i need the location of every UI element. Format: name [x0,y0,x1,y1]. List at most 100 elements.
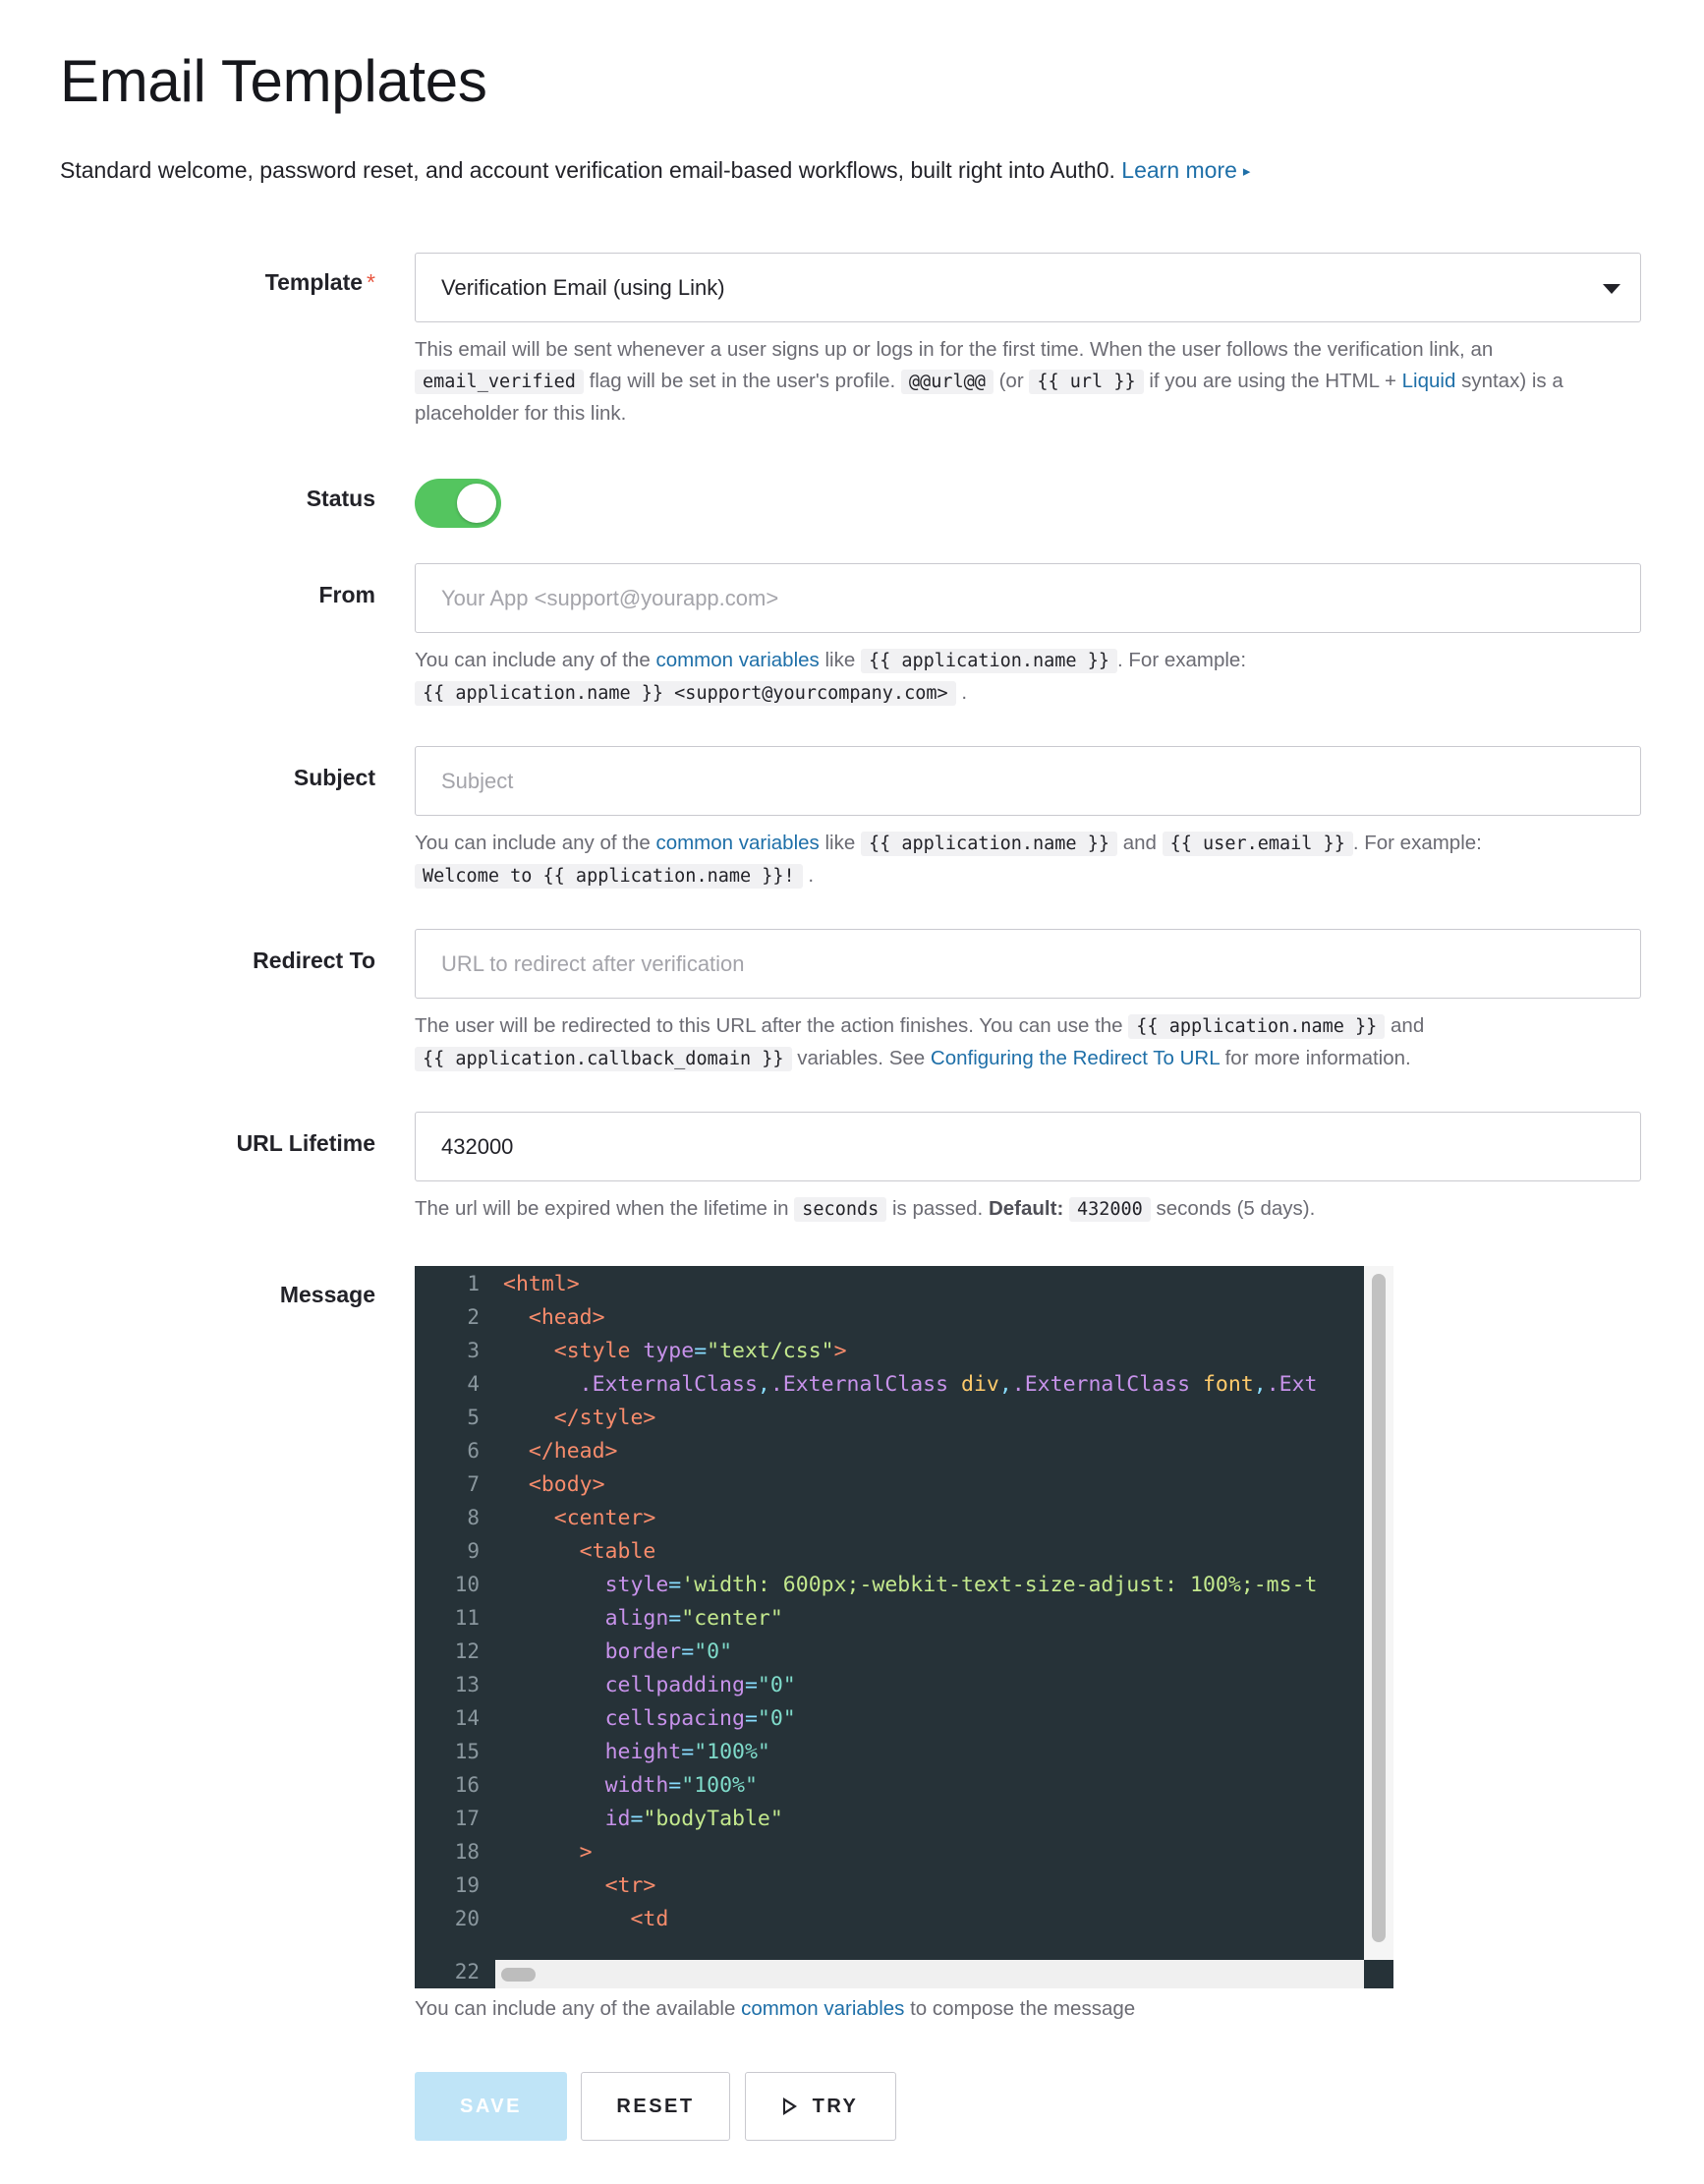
line-number: 5 [467,1406,480,1429]
template-select[interactable]: Verification Email (using Link) [415,253,1641,322]
subject-label: Subject [293,765,375,790]
code-application-name: {{ application.name }} [1128,1014,1386,1039]
subject-field[interactable] [415,746,1641,816]
message-code-editor[interactable]: 1 2 3 4 5 6 7 8 9 10 11 12 13 14 15 16 17 18 19 20 22 <html>… [415,1266,1393,1988]
code-area[interactable]: <html> <head> <style type="text/css"> .E… [495,1266,1362,1960]
line-number: 20 [454,1907,480,1930]
liquid-link[interactable]: Liquid [1402,370,1456,392]
code-user-email: {{ user.email }} [1162,832,1353,856]
line-number: 6 [467,1439,480,1463]
line-number: 18 [454,1840,480,1864]
code-line: <body> [528,1472,605,1497]
line-number: 3 [467,1339,480,1362]
line-number: 13 [454,1673,480,1696]
try-button[interactable]: TRY [745,2072,896,2141]
required-indicator: * [367,269,375,295]
learn-more-link[interactable]: Learn more ▸ [1121,157,1250,183]
code-line: height="100%" [604,1740,770,1764]
line-number: 15 [454,1740,480,1763]
code-line: <td [630,1907,669,1931]
save-button[interactable]: SAVE [415,2072,567,2141]
lifetime-label: URL Lifetime [236,1130,375,1156]
from-label: From [318,582,376,607]
line-number: 4 [467,1372,480,1396]
template-label: Template * [264,269,375,295]
code-line: border="0" [604,1639,733,1664]
editor-horizontal-scrollbar[interactable] [495,1960,1364,1988]
template-help: This email will be sent whenever a user … [415,338,1563,425]
common-variables-link[interactable]: common variables [655,832,819,854]
line-number: 19 [454,1873,480,1897]
code-line: <center> [553,1506,656,1530]
redirect-label: Redirect To [253,948,375,973]
lifetime-help: The url will be expired when the lifetim… [415,1197,1316,1222]
code-line: cellpadding="0" [604,1673,796,1697]
code-line: align="center" [604,1606,783,1631]
code-subject-example: Welcome to {{ application.name }}! [415,864,803,889]
redirect-help: The user will be redirected to this URL … [415,1014,1425,1071]
code-line: style='width: 600px;-webkit-text-size-ad… [604,1573,1318,1597]
redirect-field[interactable] [415,929,1641,999]
code-application-name: {{ application.name }} [860,832,1117,856]
from-field[interactable] [415,563,1641,633]
code-line: cellspacing="0" [604,1706,796,1731]
page-title: Email Templates [60,48,487,114]
code-line: <html> [503,1272,580,1296]
line-number: 22 [454,1960,480,1983]
line-number: 12 [454,1639,480,1663]
from-help: You can include any of the common variab… [415,649,1247,706]
code-line: </style> [553,1406,656,1430]
from-input[interactable] [416,564,1640,632]
template-select-value: Verification Email (using Link) [441,275,725,300]
line-number: 8 [467,1506,480,1529]
code-line: width="100%" [604,1773,758,1798]
email-templates-page: Email Templates Standard welcome, passwo… [0,0,1704,2184]
line-number: 14 [454,1706,480,1730]
toggle-knob [457,484,496,523]
code-url-liquid: {{ url }} [1029,370,1144,394]
editor-vertical-scroll-thumb[interactable] [1372,1274,1386,1942]
code-seconds: seconds [794,1197,887,1222]
editor-horizontal-scroll-thumb[interactable] [501,1968,536,1982]
subject-input[interactable] [416,747,1640,815]
redirect-input[interactable] [416,930,1640,998]
code-line: </head> [528,1439,618,1464]
chevron-down-icon [1603,284,1620,294]
code-from-example: {{ application.name }} <support@yourcomp… [415,681,956,706]
code-line: id="bodyTable" [604,1807,783,1831]
try-button-label: TRY [812,2095,859,2117]
play-icon [782,2098,797,2115]
code-default-value: 432000 [1068,1197,1151,1222]
code-line: <style type="text/css"> [553,1339,847,1363]
status-toggle[interactable] [415,479,501,528]
line-number-gutter: 1 2 3 4 5 6 7 8 9 10 11 12 13 14 15 16 17 18 19 20 22 [415,1266,495,1988]
line-number: 16 [454,1773,480,1797]
code-line: > [579,1840,593,1865]
line-number: 2 [467,1305,480,1329]
intro-text: Standard welcome, password reset, and ac… [60,157,1115,183]
subject-help: You can include any of the common variab… [415,832,1482,889]
common-variables-link[interactable]: common variables [655,649,819,671]
line-number: 10 [454,1573,480,1596]
status-label: Status [306,486,375,511]
code-url-placeholder: @@url@@ [900,370,994,394]
message-label: Message [279,1282,375,1307]
code-line: <tr> [604,1873,656,1898]
line-number: 11 [454,1606,480,1630]
reset-button[interactable]: RESET [581,2072,730,2141]
arrow-right-icon: ▸ [1242,163,1251,180]
page-intro: Standard welcome, password reset, and ac… [60,157,1250,184]
lifetime-field[interactable] [415,1112,1641,1181]
redirect-docs-link[interactable]: Configuring the Redirect To URL [931,1047,1220,1069]
line-number: 9 [467,1539,480,1563]
code-application-name: {{ application.name }} [860,649,1117,673]
code-line: .ExternalClass,.ExternalClass div,.Exter… [579,1372,1318,1397]
code-email-verified: email_verified [415,370,584,394]
line-number: 17 [454,1807,480,1830]
default-label: Default: [988,1197,1064,1220]
line-number: 7 [467,1472,480,1496]
lifetime-input[interactable] [416,1113,1640,1180]
common-variables-link[interactable]: common variables [741,1997,904,2020]
code-callback-domain: {{ application.callback_domain }} [415,1047,792,1071]
code-line: <head> [528,1305,605,1330]
